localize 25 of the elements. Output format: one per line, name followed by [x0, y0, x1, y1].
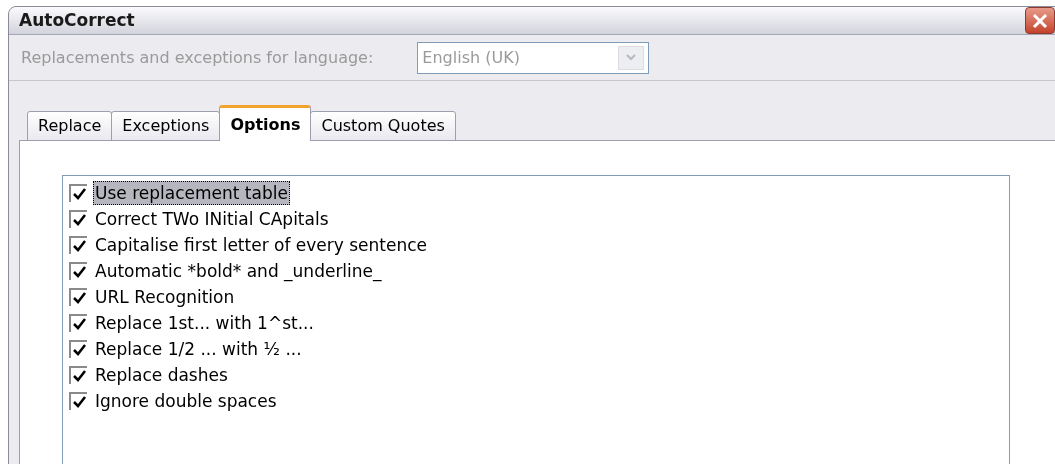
option-label[interactable]: Capitalise first letter of every sentence — [93, 233, 430, 257]
option-label[interactable]: Replace 1st... with 1^st... — [93, 311, 316, 335]
option-label[interactable]: Ignore double spaces — [93, 389, 279, 413]
checkmark-icon — [72, 266, 86, 278]
option-label[interactable]: Use replacement table — [93, 181, 290, 205]
checkmark-icon — [72, 318, 86, 330]
checkmark-icon — [72, 240, 86, 252]
option-label[interactable]: Replace 1/2 ... with ½ ... — [93, 337, 304, 361]
checkmark-icon — [72, 396, 86, 408]
option-label[interactable]: URL Recognition — [93, 285, 237, 309]
close-button[interactable] — [1025, 7, 1055, 34]
language-label: Replacements and exceptions for language: — [21, 46, 374, 69]
tab[interactable]: Replace — [27, 111, 113, 141]
checkmark-icon — [72, 188, 86, 200]
checkmark-icon — [72, 214, 86, 226]
option-label[interactable]: Correct TWo INitial CApitals — [93, 207, 331, 231]
window-title: AutoCorrect — [19, 8, 135, 32]
checkmark-icon — [72, 344, 86, 356]
checkmark-icon — [72, 292, 86, 304]
checkmark-icon — [72, 370, 86, 382]
tab[interactable]: Custom Quotes — [310, 111, 456, 141]
close-icon — [1032, 12, 1048, 29]
option-label[interactable]: Replace dashes — [93, 363, 230, 387]
tab[interactable]: Options — [219, 105, 312, 141]
option-label[interactable]: Automatic *bold* and _underline_ — [93, 259, 384, 283]
